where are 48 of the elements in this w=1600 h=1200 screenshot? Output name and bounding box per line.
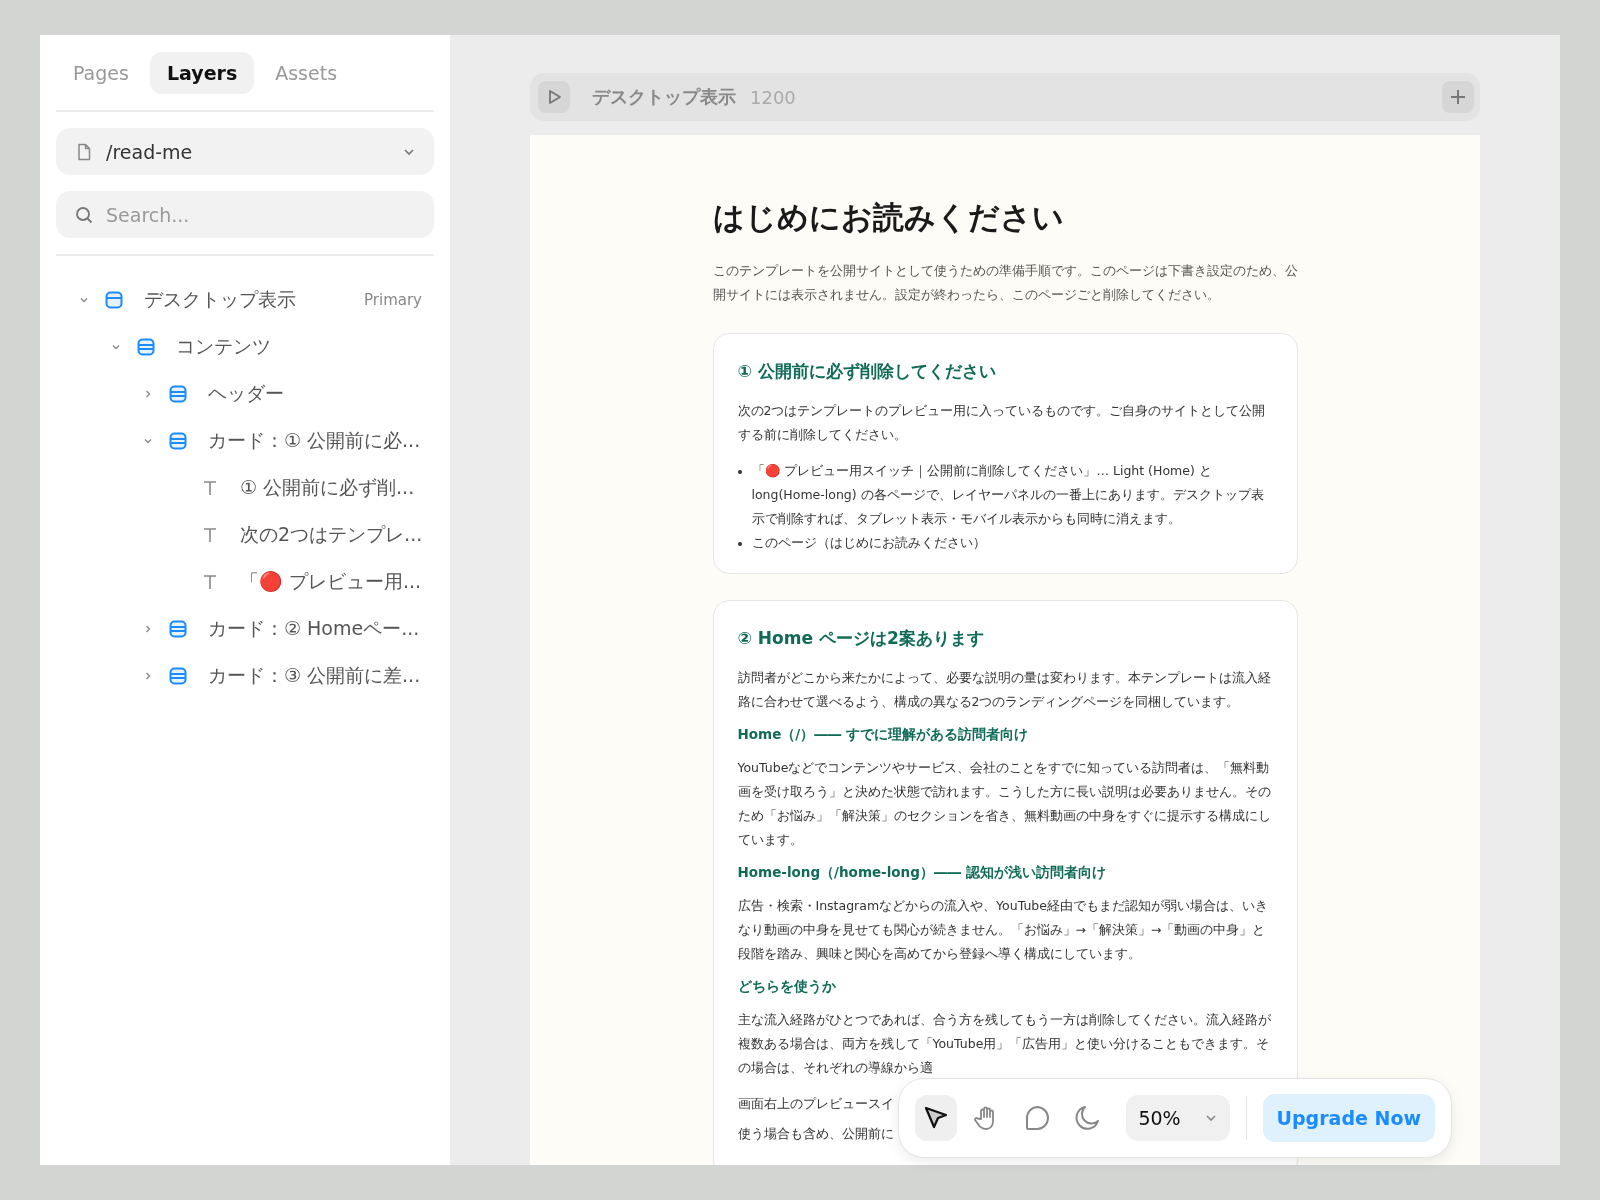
frame-icon	[168, 383, 188, 404]
card-title: ① 公開前に必ず削除してください	[737, 360, 997, 383]
layer-item[interactable]: カード：① 公開前に必...	[208, 427, 434, 454]
plus-icon	[1448, 87, 1468, 107]
layer-item[interactable]: カード：② Homeペー...	[208, 615, 434, 642]
breakpoint-width: 1200	[750, 86, 797, 108]
subheading: Home（/）―― すでに理解がある訪問者向け	[737, 726, 1029, 744]
layer-item[interactable]: コンテンツ	[176, 333, 434, 360]
frame-icon	[104, 289, 124, 310]
panel-tab[interactable]: Layers	[149, 52, 255, 94]
subheading: Home-long（/home-long）―― 認知が浅い訪問者向け	[737, 864, 1107, 882]
caret-icon[interactable]	[143, 670, 153, 681]
page-title: はじめにお読みください	[712, 198, 1065, 237]
layer-item[interactable]: 次の2つはテンプレ...	[240, 521, 434, 548]
caret-icon[interactable]	[143, 623, 153, 634]
bullet-icon	[737, 470, 742, 474]
add-button[interactable]	[1442, 81, 1474, 113]
list-item: 「🔴 プレビュー用スイッチ｜公開前に削除してください」… Light (Home) と long(Home-long) の各ページで、レイヤーパネルの一番上にあります。デスクトップ表示で削除すれば、タブレット表示・モバイル表示からも同時に消えます。	[751, 462, 1265, 528]
layer-item[interactable]: カード：③ 公開前に差...	[208, 662, 434, 689]
frame-icon	[168, 618, 188, 639]
pointer-tool-button[interactable]	[915, 1095, 958, 1141]
paragraph: YouTubeなどでコンテンツやサービス、会社のことをすでに知っている訪問者は、「無料動画を受け取ろう」と決めた状態で訪れます。こうした方に長い説明は必要ありません。そのため「お悩み」「解決策」のセクションを省き、無料動画の中身をすぐに提示する構成にしています。	[737, 759, 1272, 849]
layer-tag: Primary	[364, 290, 422, 309]
frame-icon	[168, 665, 188, 686]
breakpoint-name: デスクトップ表示	[592, 85, 736, 109]
zoom-select[interactable]: 50%	[1126, 1095, 1230, 1141]
caret-icon[interactable]	[143, 388, 153, 399]
subheading: どちらを使うか	[737, 978, 837, 996]
frame-icon	[168, 430, 188, 451]
list-item: このページ（はじめにお読みください）	[751, 534, 986, 552]
layer-item[interactable]: デスクトップ表示	[144, 286, 365, 313]
paragraph-line: 画面右上のプレビュースイ	[737, 1095, 895, 1113]
layer-item[interactable]: 「🔴 プレビュー用...	[240, 568, 434, 595]
search-field[interactable]: Search...	[56, 191, 434, 238]
paragraph-line: 使う場合も含め、公開前に	[737, 1125, 895, 1143]
bullet-icon	[737, 542, 742, 546]
layer-item[interactable]: ヘッダー	[208, 380, 434, 407]
page-select[interactable]: /read-me	[56, 128, 434, 175]
paragraph: 広告・検索・Instagramなどからの流入や、YouTube経由でもまだ認知が弱い場合は、いきなり動画の中身を見せても関心が続きません。「お悩み」→「解決策」→「動画の中身」と段階を踏み、興味と関心を高めてから登録へ導く構成にしています。	[737, 897, 1269, 963]
play-button[interactable]	[538, 81, 570, 113]
paragraph: 次の2つはテンプレートのプレビュー用に入っているものです。ご自身のサイトとして公開する前に削除してください。	[737, 402, 1267, 444]
paragraph: 訪問者がどこから来たかによって、必要な説明の量は変わります。本テンプレートは流入経路に合わせて選べるよう、構成の異なる2つのランディングページを同梱しています。	[737, 669, 1272, 711]
paragraph: 主な流入経路がひとつであれば、合う方を残してもう一方は削除してください。流入経路が複数ある場合は、両方を残して「YouTube用」「広告用」と使い分けることもできます。その場合は、それぞれの導線から適	[737, 1011, 1272, 1077]
card-title: ② Home ページは2案あります	[737, 627, 985, 650]
intro-text: このテンプレートを公開サイトとして使うための準備手順です。このページは下書き設定のため、公開サイトには表示されません。設定が終わったら、このページごと削除してください。	[712, 262, 1298, 304]
layer-item[interactable]: ① 公開前に必ず削...	[240, 474, 434, 501]
moon-icon	[1073, 1104, 1102, 1132]
frame-icon	[136, 336, 156, 357]
